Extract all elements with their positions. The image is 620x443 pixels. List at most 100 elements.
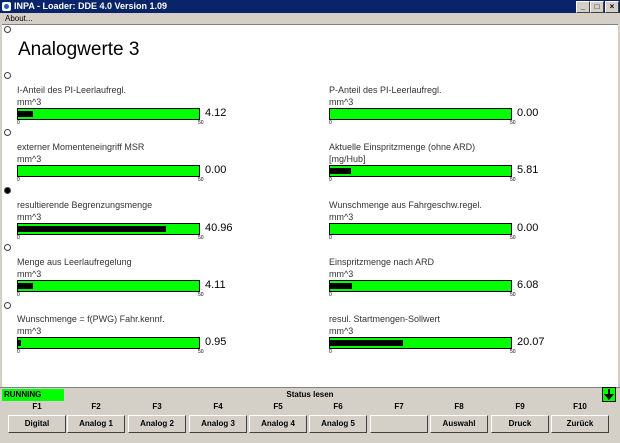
maximize-button[interactable]: □ xyxy=(590,1,604,13)
channel-max: 50 xyxy=(510,177,516,183)
page-title: Analogwerte 3 xyxy=(18,39,140,60)
channel-name: resul. Startmengen-Sollwert xyxy=(329,314,441,324)
channel-bar xyxy=(17,280,200,292)
channel-bar-fill xyxy=(18,340,21,346)
fkey-label: F3 xyxy=(152,402,162,411)
channel-bar-fill xyxy=(330,168,351,174)
fkey-label: F9 xyxy=(515,402,525,411)
channel-min: 0 xyxy=(17,177,20,183)
channel-max: 50 xyxy=(198,120,204,126)
channel-min: 0 xyxy=(329,235,332,241)
channel-name: P-Anteil des PI-Leerlaufregl. xyxy=(329,85,442,95)
druck-button[interactable]: Druck xyxy=(491,415,549,433)
menu-bar: About... xyxy=(0,13,620,24)
channel-value: 4.11 xyxy=(205,279,226,291)
fkey-label: F4 xyxy=(213,402,223,411)
channel-bar-fill xyxy=(18,226,166,232)
channel-unit: mm^3 xyxy=(329,326,354,336)
analog-3-button[interactable]: Analog 3 xyxy=(189,415,247,433)
selector-radio-1[interactable] xyxy=(4,72,11,79)
channel-max: 50 xyxy=(510,349,516,355)
channel-name: Wunschmenge = f(PWG) Fahr.kennf. xyxy=(17,314,165,324)
channel-value: 0.95 xyxy=(205,336,227,348)
analog-2-button[interactable]: Analog 2 xyxy=(128,415,186,433)
channel-unit: mm^3 xyxy=(17,212,42,222)
channel-min: 0 xyxy=(17,349,20,355)
menu-about[interactable]: About... xyxy=(5,13,33,24)
channel-value: 4.12 xyxy=(205,107,227,119)
channel-unit: mm^3 xyxy=(329,212,354,222)
channel-min: 0 xyxy=(329,349,332,355)
arrow-down-icon xyxy=(604,389,614,400)
analog-5-button[interactable]: Analog 5 xyxy=(309,415,367,433)
fkey-label: F1 xyxy=(32,402,42,411)
channel-name: resultierende Begrenzungsmenge xyxy=(17,200,153,210)
channel-bar xyxy=(17,337,200,349)
fkey-label: F6 xyxy=(333,402,343,411)
channel-max: 50 xyxy=(510,120,516,126)
selector-radio-4[interactable] xyxy=(4,244,11,251)
channel-name: Aktuelle Einspritzmenge (ohne ARD) xyxy=(329,142,476,152)
channel-unit: mm^3 xyxy=(17,97,42,107)
channel-value: 5.81 xyxy=(517,164,539,176)
channel-name: Menge aus Leerlaufregelung xyxy=(17,257,132,267)
channel-unit: [mg/Hub] xyxy=(329,154,366,164)
channel-unit: mm^3 xyxy=(17,154,42,164)
fkey-label: F2 xyxy=(91,402,101,411)
channel-value: 0.00 xyxy=(517,222,539,234)
selector-radio-3[interactable] xyxy=(4,187,11,194)
channel-bar xyxy=(329,165,512,177)
status-bar: RUNNING Status lesen xyxy=(0,387,620,402)
analog-4-button[interactable]: Analog 4 xyxy=(249,415,307,433)
channel-bar xyxy=(17,165,200,177)
channel-min: 0 xyxy=(17,120,20,126)
channel-min: 0 xyxy=(17,235,20,241)
analog-1-button[interactable]: Analog 1 xyxy=(67,415,125,433)
minimize-button[interactable]: _ xyxy=(576,1,590,13)
title-bar: INPA - Loader: DDE 4.0 Version 1.09 _ □ … xyxy=(0,0,620,13)
fkey-label: F7 xyxy=(394,402,404,411)
channel-bar-fill xyxy=(18,283,33,289)
channel-bar-fill xyxy=(330,283,352,289)
channel-unit: mm^3 xyxy=(17,326,42,336)
channel-max: 50 xyxy=(198,177,204,183)
channel-min: 0 xyxy=(329,292,332,298)
selector-radio-5[interactable] xyxy=(4,302,11,309)
window-title: INPA - Loader: DDE 4.0 Version 1.09 xyxy=(14,1,168,11)
channel-name: Wunschmenge aus Fahrgeschw.regel. xyxy=(329,200,482,210)
channel-bar xyxy=(17,223,200,235)
app-icon xyxy=(2,2,11,11)
channel-min: 0 xyxy=(329,120,332,126)
scroll-down-button[interactable] xyxy=(602,387,616,402)
channel-name: Einspritzmenge nach ARD xyxy=(329,257,435,267)
fkey-label: F10 xyxy=(573,402,587,411)
fkey-label: F8 xyxy=(454,402,464,411)
channel-max: 50 xyxy=(198,292,204,298)
channel-bar xyxy=(329,280,512,292)
channel-bar-fill xyxy=(18,111,33,117)
channel-min: 0 xyxy=(329,177,332,183)
channel-name: I-Anteil des PI-Leerlaufregl. xyxy=(17,85,127,95)
selector-radio-2[interactable] xyxy=(4,129,11,136)
auswahl-button[interactable]: Auswahl xyxy=(430,415,488,433)
close-button[interactable]: × xyxy=(605,1,619,13)
channel-unit: mm^3 xyxy=(17,269,42,279)
channel-bar xyxy=(17,108,200,120)
f7-button[interactable] xyxy=(370,415,428,433)
channel-value: 6.08 xyxy=(517,279,539,291)
channel-bar-fill xyxy=(330,340,403,346)
channel-bar xyxy=(329,108,512,120)
channel-max: 50 xyxy=(198,349,204,355)
channel-value: 20.07 xyxy=(517,336,545,348)
selector-radio-0[interactable] xyxy=(4,26,11,33)
channel-unit: mm^3 xyxy=(329,269,354,279)
channel-min: 0 xyxy=(17,292,20,298)
channel-unit: mm^3 xyxy=(329,97,354,107)
channel-bar xyxy=(329,337,512,349)
channel-value: 0.00 xyxy=(517,107,539,119)
digital-button[interactable]: Digital xyxy=(8,415,66,433)
channel-bar xyxy=(329,223,512,235)
zurueck-button[interactable]: Zurück xyxy=(551,415,609,433)
fkey-label: F5 xyxy=(273,402,283,411)
channel-max: 50 xyxy=(510,235,516,241)
